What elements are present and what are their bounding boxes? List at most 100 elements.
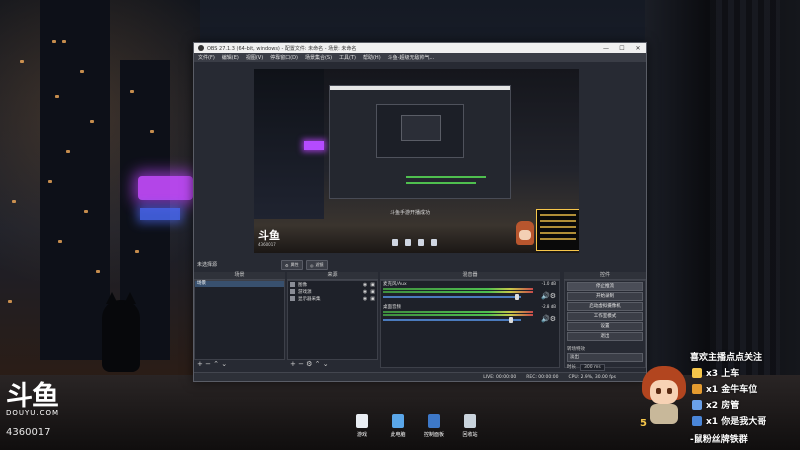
- preview-room-id: 4360017: [258, 242, 276, 247]
- computer-icon: [392, 414, 404, 428]
- filter-icon: ◎: [310, 262, 314, 268]
- title-bar[interactable]: OBS 27.1.3 (64-bit, windows) - 配置文件: 未命名…: [194, 43, 646, 53]
- gear-icon[interactable]: ⚙: [550, 315, 556, 323]
- preview-canvas[interactable]: 斗鱼手游开播成功 斗鱼 4360017: [254, 69, 579, 253]
- menu-tools[interactable]: 工具(T): [339, 54, 356, 61]
- mixer-track-desktop: 桌面音频 -2.8 dB 🔊⚙: [383, 304, 556, 323]
- badge-icon: [692, 399, 702, 410]
- menu-file[interactable]: 文件(F): [198, 54, 215, 61]
- source-item-image[interactable]: 图像 ◉ ▣: [288, 281, 377, 288]
- obs-window: OBS 27.1.3 (64-bit, windows) - 配置文件: 未命名…: [193, 42, 647, 382]
- filters-button[interactable]: ◎ 滤镜: [306, 260, 328, 270]
- menu-help[interactable]: 帮助(H): [363, 54, 381, 61]
- lock-icon[interactable]: ▣: [370, 289, 375, 295]
- duration-input[interactable]: 300 ms: [580, 364, 605, 371]
- overlay-row: x2 房管: [692, 398, 739, 411]
- desktop-icon-recycle-bin[interactable]: 回收站: [458, 414, 482, 438]
- desktop-icons: 游戏 此电脑 控制面板 回收站: [350, 414, 482, 438]
- file-icon: [356, 414, 368, 428]
- overlay-row: x1 你是我大哥: [692, 414, 766, 427]
- scenes-dock-title: 场景: [194, 272, 285, 280]
- speaker-icon[interactable]: 🔊: [541, 315, 550, 323]
- monitor-icon: [290, 296, 295, 301]
- scenes-list: 场景: [194, 280, 285, 360]
- desktop-icon-this-pc[interactable]: 此电脑: [386, 414, 410, 438]
- obs-icon: [198, 45, 204, 51]
- recycle-bin-icon: [464, 414, 476, 428]
- visibility-eye-icon[interactable]: ◉: [363, 289, 367, 295]
- bull-icon: [692, 383, 702, 394]
- volume-slider-desktop[interactable]: [383, 319, 521, 321]
- source-item-game[interactable]: 游戏源 ◉ ▣: [288, 288, 377, 295]
- studio-mode-button[interactable]: 工作室模式: [567, 312, 643, 321]
- stop-streaming-button[interactable]: 停止推流: [567, 282, 643, 291]
- volume-slider-handle[interactable]: [515, 294, 519, 300]
- scenes-dock-toolbar[interactable]: + − ⌃ ⌄: [194, 360, 227, 368]
- desktop-icon-game[interactable]: 游戏: [350, 414, 374, 438]
- properties-button[interactable]: ⚙ 属性: [281, 260, 303, 270]
- control-panel-icon: [428, 414, 440, 428]
- transition-label: 转场特效: [567, 347, 585, 352]
- gear-icon: ⚙: [285, 262, 289, 268]
- settings-button[interactable]: 设置: [567, 322, 643, 331]
- maximize-button[interactable]: ☐: [614, 45, 630, 52]
- preview-stream-notice: 斗鱼手游开播成功: [390, 210, 431, 216]
- desktop-icon-control-panel[interactable]: 控制面板: [422, 414, 446, 438]
- sources-dock-title: 来源: [287, 272, 378, 280]
- speaker-icon[interactable]: 🔊: [541, 292, 550, 300]
- overlay-header: 喜欢主播点点关注: [690, 353, 763, 363]
- source-item-display[interactable]: 显示器采集 ◉ ▣: [288, 295, 377, 302]
- overlay-row: x3 上车: [692, 366, 739, 379]
- cat-silhouette: [102, 292, 140, 372]
- close-button[interactable]: ✕: [630, 45, 646, 52]
- exit-button[interactable]: 退出: [567, 332, 643, 341]
- controls-dock-title: 控件: [564, 272, 646, 280]
- sources-list: 图像 ◉ ▣ 游戏源 ◉ ▣ 显示器采集 ◉ ▣: [287, 280, 378, 360]
- lock-icon[interactable]: ▣: [370, 296, 375, 302]
- scene-item[interactable]: 场景: [195, 281, 284, 287]
- menu-view[interactable]: 视图(V): [246, 54, 263, 61]
- start-recording-button[interactable]: 开始录制: [567, 292, 643, 301]
- mixer-track-mic: 麦克风/Aux -1.0 dB 🔊⚙: [383, 281, 556, 300]
- menu-docks[interactable]: 停靠窗口(D): [270, 54, 298, 61]
- minimize-button[interactable]: —: [598, 45, 614, 52]
- overlay-footer: -鼠粉丝牌铁群: [690, 435, 748, 445]
- transition-select[interactable]: 淡出: [567, 353, 643, 362]
- duration-label: 时长: [567, 365, 576, 370]
- menu-bar: 文件(F) 编辑(E) 视图(V) 停靠窗口(D) 场景集合(S) 工具(T) …: [194, 53, 646, 62]
- gift-icon: [692, 415, 702, 426]
- menu-edit[interactable]: 编辑(E): [222, 54, 239, 61]
- status-bar: LIVE: 00:00:00 REC: 00:00:00 CPU: 2.9%, …: [194, 372, 646, 381]
- source-toolbar: 未选择源 ⚙ 属性 ◎ 滤镜: [194, 260, 646, 270]
- preview-avatar: [516, 221, 534, 245]
- stream-overlay: 5 喜欢主播点点关注 x3 上车 x1 金牛车位 x2 房管 x1 你是我大哥 …: [640, 348, 800, 448]
- douyu-logo: 斗鱼: [6, 381, 59, 412]
- audio-mixer: 麦克风/Aux -1.0 dB 🔊⚙ 桌面音频 -2.8 dB 🔊⚙: [380, 280, 560, 368]
- rec-status: REC: 00:00:00: [526, 374, 559, 380]
- room-id: 4360017: [6, 427, 51, 438]
- preview-watermark: 斗鱼: [258, 229, 280, 242]
- live-status: LIVE: 00:00:00: [483, 374, 517, 380]
- volume-slider-mic[interactable]: [383, 296, 521, 298]
- volume-slider-handle[interactable]: [509, 317, 513, 323]
- sources-dock-toolbar[interactable]: + − ⚙ ⌃ ⌄: [287, 360, 329, 368]
- controls-panel: 停止推流 开始录制 启动虚拟摄像机 工作室模式 设置 退出 转场特效 淡出 时长…: [564, 280, 646, 371]
- lock-icon[interactable]: ▣: [370, 282, 375, 288]
- no-source-selected-label: 未选择源: [197, 262, 218, 268]
- menu-scene-collection[interactable]: 场景集合(S): [305, 54, 332, 61]
- window-title: OBS 27.1.3 (64-bit, windows) - 配置文件: 未命名…: [207, 45, 357, 52]
- visibility-eye-icon[interactable]: ◉: [363, 296, 367, 302]
- neon-sign: [138, 176, 193, 200]
- preview-desktop-icons: [392, 239, 437, 246]
- menu-douyu-plugin[interactable]: 斗鱼-超级无敌帅气...: [388, 54, 435, 61]
- gamepad-icon: [290, 289, 295, 294]
- chibi-avatar: [642, 366, 686, 424]
- mixer-dock-title: 混音器: [380, 272, 560, 280]
- cpu-status: CPU: 2.9%, 30.00 fps: [568, 374, 617, 380]
- visibility-eye-icon[interactable]: ◉: [363, 282, 367, 288]
- gear-icon[interactable]: ⚙: [550, 292, 556, 300]
- overlay-number: 5: [640, 418, 647, 429]
- virtual-camera-button[interactable]: 启动虚拟摄像机: [567, 302, 643, 311]
- douyu-domain: DOUYU.COM: [6, 409, 60, 417]
- nested-obs-preview: [329, 85, 511, 199]
